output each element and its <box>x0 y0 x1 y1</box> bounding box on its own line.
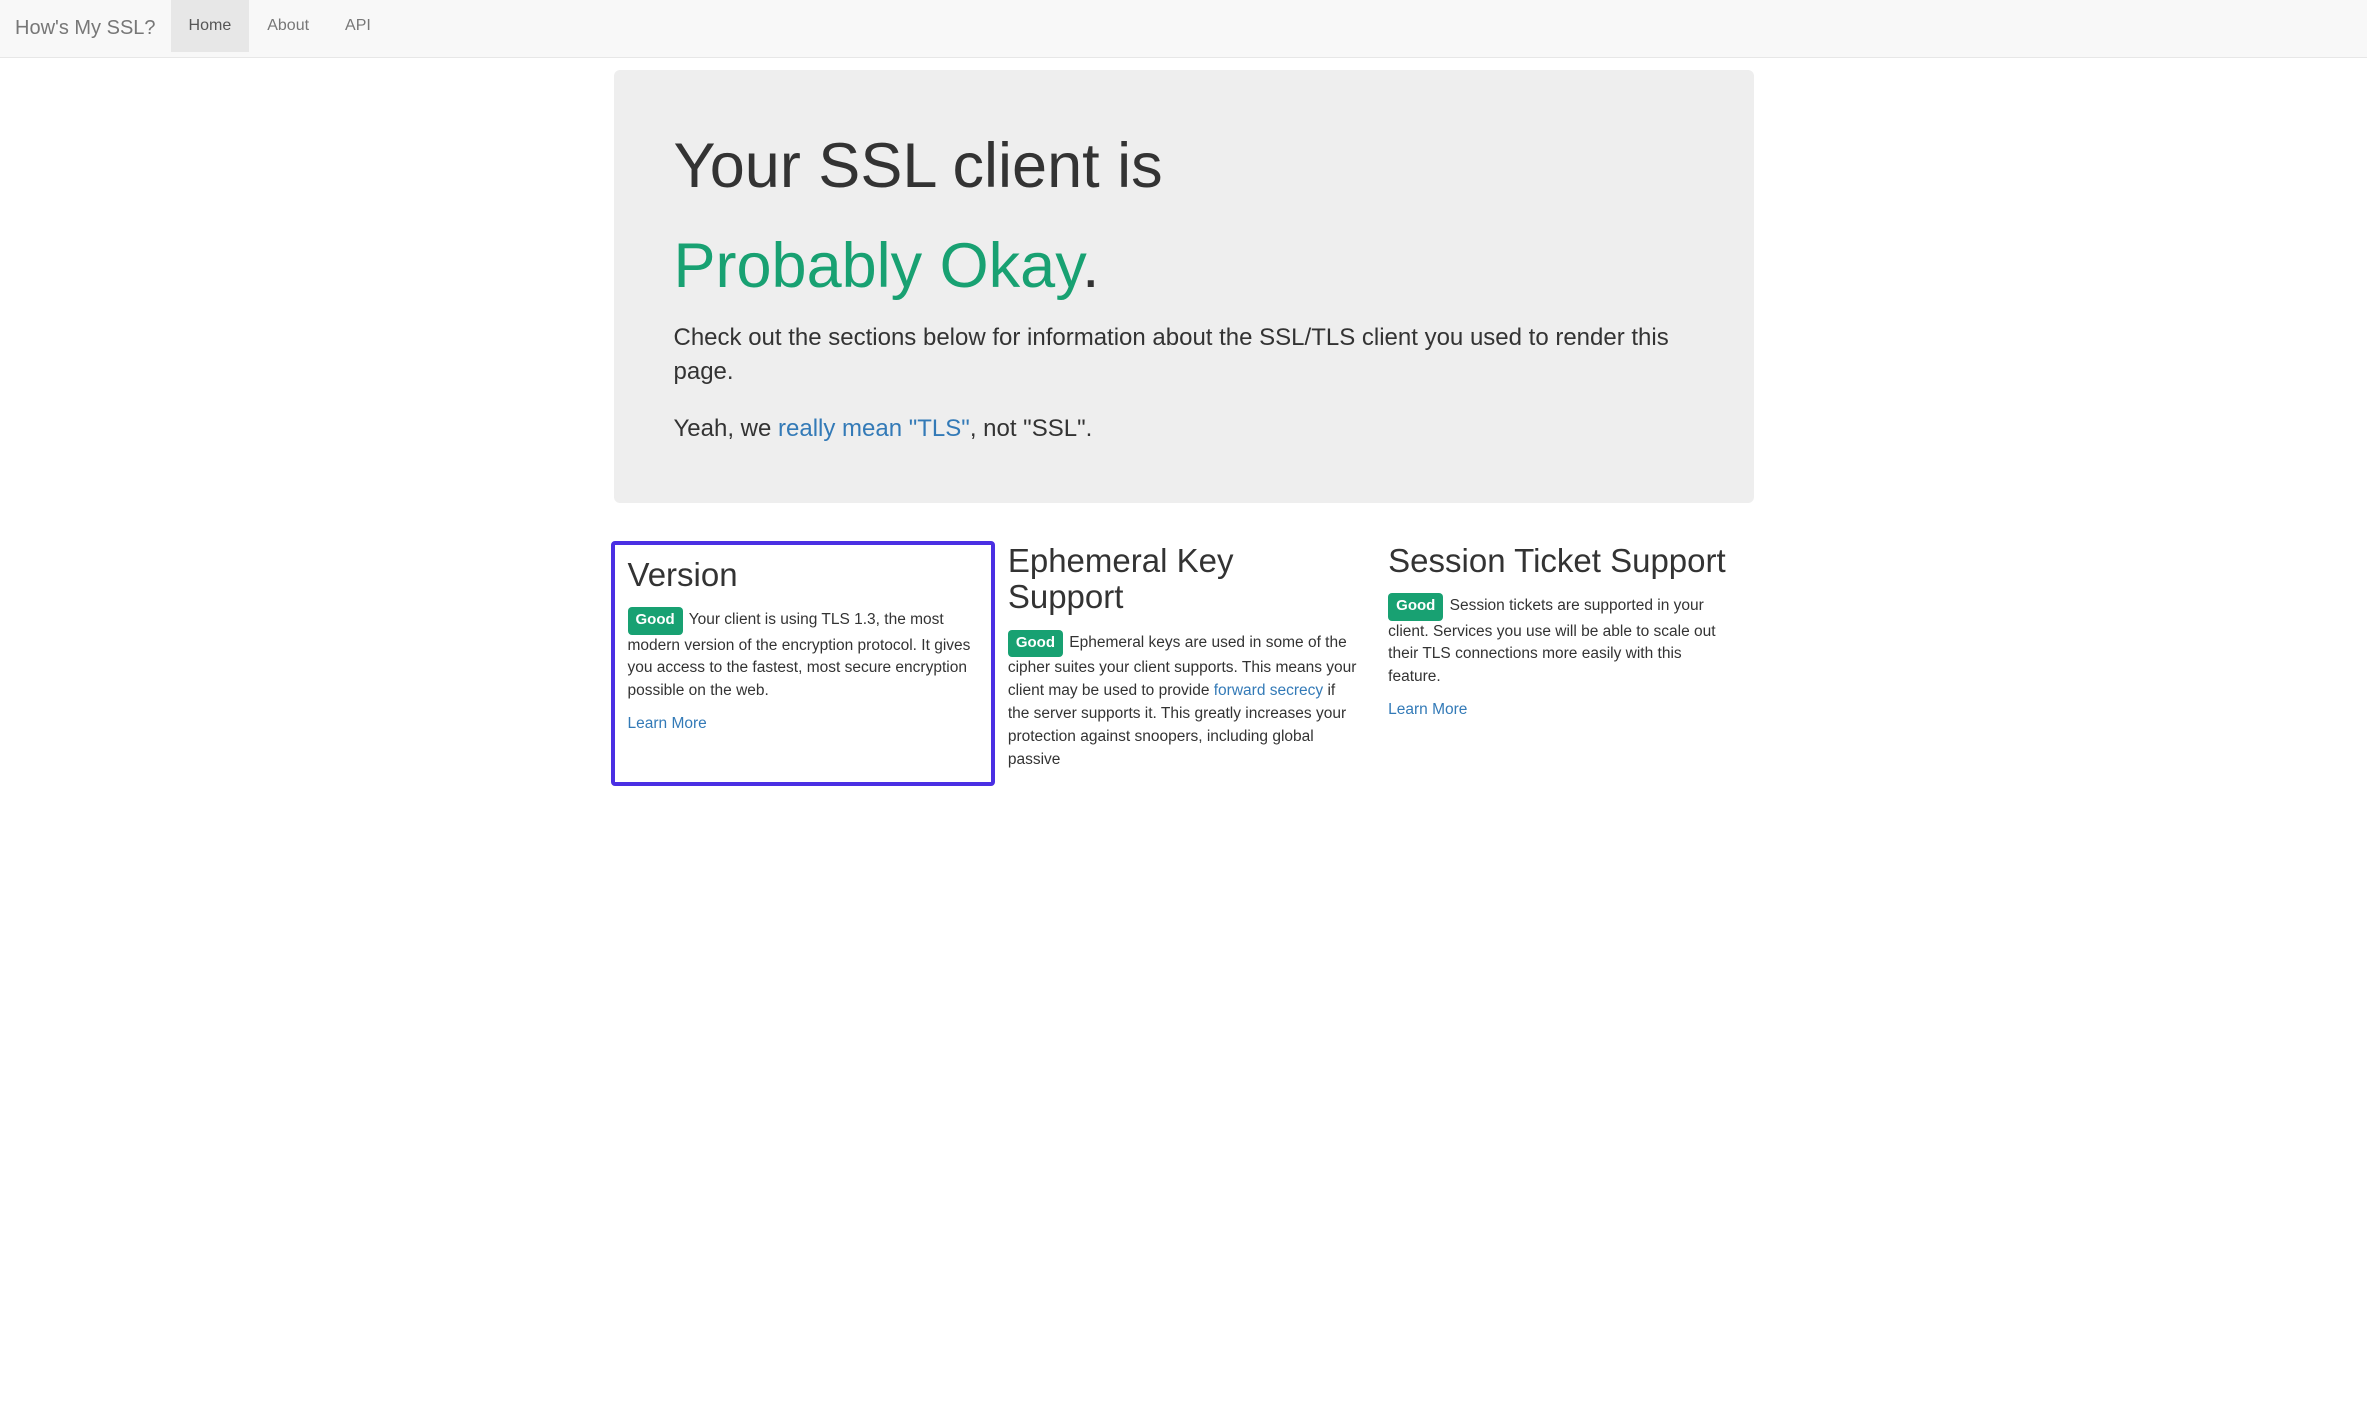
version-body: Good Your client is using TLS 1.3, the m… <box>628 607 978 703</box>
version-learn-more-link[interactable]: Learn More <box>628 715 707 732</box>
ephemeral-body: Good Ephemeral keys are used in some of … <box>1008 630 1358 772</box>
forward-secrecy-link[interactable]: forward secrecy <box>1214 682 1323 699</box>
hero-lead: Check out the sections below for informa… <box>674 321 1694 389</box>
hero-subtext: Yeah, we really mean "TLS", not "SSL". <box>674 415 1694 443</box>
nav-home[interactable]: Home <box>171 0 250 52</box>
hero-sub-suffix: , not "SSL". <box>970 415 1092 442</box>
nav-list: Home About API <box>171 0 389 57</box>
session-body: Good Session tickets are supported in yo… <box>1388 593 1738 689</box>
hero-status-text: Probably Okay <box>674 231 1083 301</box>
section-ephemeral: Ephemeral Key Support Good Ephemeral key… <box>993 543 1373 783</box>
version-heading: Version <box>628 557 978 593</box>
main-container: Your SSL client is Probably Okay. Check … <box>599 70 1769 784</box>
nav-about[interactable]: About <box>249 0 327 52</box>
session-heading: Session Ticket Support <box>1388 543 1738 579</box>
top-nav: How's My SSL? Home About API <box>0 0 2367 58</box>
brand-link[interactable]: How's My SSL? <box>0 0 171 57</box>
session-learn-more-link[interactable]: Learn More <box>1388 701 1467 718</box>
ephemeral-heading: Ephemeral Key Support <box>1008 543 1358 616</box>
hero-status-period: . <box>1082 231 1100 301</box>
version-badge: Good <box>628 607 683 634</box>
hero-status: Probably Okay. <box>674 230 1694 302</box>
hero-title-prefix: Your SSL client is <box>674 130 1694 202</box>
section-version: Version Good Your client is using TLS 1.… <box>613 543 993 783</box>
info-columns: Version Good Your client is using TLS 1.… <box>614 543 1754 783</box>
hero-sub-prefix: Yeah, we <box>674 415 779 442</box>
tls-meaning-link[interactable]: really mean "TLS" <box>778 415 970 442</box>
ephemeral-badge: Good <box>1008 630 1063 657</box>
section-session: Session Ticket Support Good Session tick… <box>1373 543 1753 783</box>
hero-panel: Your SSL client is Probably Okay. Check … <box>614 70 1754 503</box>
session-badge: Good <box>1388 593 1443 620</box>
nav-api[interactable]: API <box>327 0 389 52</box>
